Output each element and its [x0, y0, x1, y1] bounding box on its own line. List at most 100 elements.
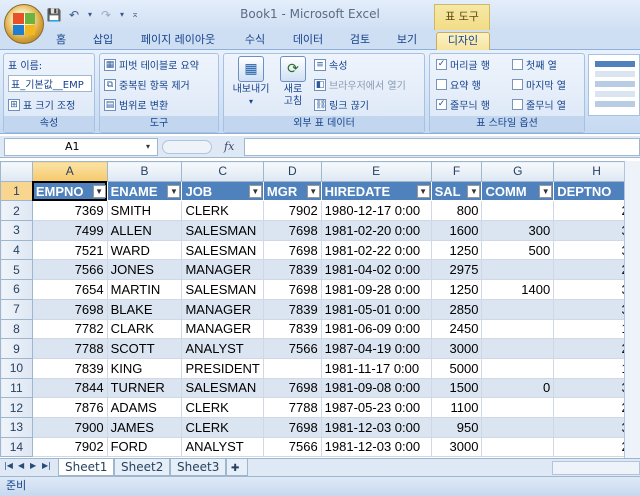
- row-header[interactable]: 7: [0, 298, 33, 320]
- properties-button[interactable]: ≡ 속성: [314, 56, 347, 73]
- data-cell[interactable]: 1980-12-17 0:00: [320, 200, 432, 222]
- tab-page-layout[interactable]: 페이지 레이아웃: [136, 32, 220, 50]
- header-cell[interactable]: MGR ▼: [262, 180, 322, 202]
- column-header[interactable]: F: [430, 161, 483, 182]
- data-cell[interactable]: 7839: [262, 298, 322, 320]
- tab-formulas[interactable]: 수식: [240, 32, 270, 50]
- data-cell[interactable]: 7698: [262, 279, 322, 300]
- data-cell[interactable]: 7876: [31, 397, 108, 418]
- data-cell[interactable]: MANAGER: [181, 259, 264, 281]
- data-cell[interactable]: 7521: [31, 239, 108, 261]
- total-row-checkbox[interactable]: 요약 행: [436, 76, 481, 93]
- data-cell[interactable]: 7698: [262, 416, 322, 438]
- data-cell[interactable]: [262, 357, 322, 379]
- data-cell[interactable]: 800: [430, 200, 483, 222]
- data-cell[interactable]: 3000: [430, 436, 483, 458]
- select-all-corner[interactable]: [0, 161, 33, 182]
- data-cell[interactable]: [481, 200, 555, 222]
- data-cell[interactable]: CLERK: [181, 416, 264, 438]
- row-header[interactable]: 1: [0, 180, 33, 202]
- data-cell[interactable]: MANAGER: [181, 318, 264, 340]
- customize-qat-icon[interactable]: ⌅: [130, 7, 140, 23]
- sheet-tab-sheet3[interactable]: Sheet3: [170, 459, 227, 476]
- row-header[interactable]: 2: [0, 200, 33, 222]
- prev-sheet-icon[interactable]: ◀: [18, 461, 24, 470]
- vertical-scrollbar[interactable]: [624, 161, 640, 458]
- data-cell[interactable]: ANALYST: [181, 436, 264, 458]
- tab-review[interactable]: 검토: [345, 32, 375, 50]
- save-icon[interactable]: 💾: [46, 7, 62, 23]
- data-cell[interactable]: [481, 436, 555, 458]
- data-cell[interactable]: 1981-06-09 0:00: [320, 318, 432, 340]
- data-cell[interactable]: 1600: [430, 220, 483, 241]
- insert-function-icon[interactable]: fx: [224, 138, 234, 156]
- name-box[interactable]: A1: [4, 138, 158, 156]
- column-header[interactable]: A: [31, 161, 108, 182]
- data-cell[interactable]: 5000: [430, 357, 483, 379]
- data-cell[interactable]: PRESIDENT: [181, 357, 264, 379]
- filter-dropdown-icon[interactable]: ▼: [248, 184, 262, 198]
- data-cell[interactable]: 7698: [31, 298, 108, 320]
- data-cell[interactable]: CLERK: [181, 200, 264, 222]
- filter-dropdown-icon[interactable]: ▼: [306, 184, 320, 198]
- row-header[interactable]: 9: [0, 338, 33, 359]
- data-cell[interactable]: 7566: [262, 436, 322, 458]
- data-cell[interactable]: SCOTT: [106, 338, 183, 359]
- row-header[interactable]: 12: [0, 397, 33, 418]
- data-cell[interactable]: 1500: [430, 377, 483, 399]
- first-sheet-icon[interactable]: |◀: [4, 461, 13, 470]
- data-cell[interactable]: 7698: [262, 220, 322, 241]
- column-header[interactable]: D: [262, 161, 322, 182]
- data-cell[interactable]: SALESMAN: [181, 279, 264, 300]
- data-cell[interactable]: [481, 338, 555, 359]
- data-cell[interactable]: SALESMAN: [181, 239, 264, 261]
- data-cell[interactable]: 1400: [481, 279, 555, 300]
- data-cell[interactable]: 2850: [430, 298, 483, 320]
- data-cell[interactable]: 1987-05-23 0:00: [320, 397, 432, 418]
- data-cell[interactable]: 1250: [430, 279, 483, 300]
- tab-data[interactable]: 데이터: [288, 32, 328, 50]
- filter-dropdown-icon[interactable]: ▼: [539, 184, 553, 198]
- row-header[interactable]: 10: [0, 357, 33, 379]
- data-cell[interactable]: 7902: [262, 200, 322, 222]
- data-cell[interactable]: [481, 318, 555, 340]
- data-cell[interactable]: 500: [481, 239, 555, 261]
- row-header[interactable]: 6: [0, 279, 33, 300]
- data-cell[interactable]: ANALYST: [181, 338, 264, 359]
- convert-to-range-button[interactable]: ▤ 범위로 변환: [104, 96, 168, 113]
- data-cell[interactable]: 7788: [262, 397, 322, 418]
- banded-rows-checkbox[interactable]: ✓ 줄무늬 행: [436, 96, 490, 113]
- column-header[interactable]: B: [106, 161, 183, 182]
- data-cell[interactable]: [481, 357, 555, 379]
- data-cell[interactable]: JAMES: [106, 416, 183, 438]
- redo-dropdown-icon[interactable]: ▾: [118, 7, 126, 23]
- row-header[interactable]: 5: [0, 259, 33, 281]
- data-cell[interactable]: TURNER: [106, 377, 183, 399]
- data-cell[interactable]: 1987-04-19 0:00: [320, 338, 432, 359]
- sheet-tab-sheet1[interactable]: Sheet1: [58, 459, 115, 476]
- horizontal-scrollbar[interactable]: [552, 461, 640, 475]
- data-cell[interactable]: 7698: [262, 377, 322, 399]
- header-cell[interactable]: HIREDATE ▼: [320, 180, 432, 202]
- row-header[interactable]: 11: [0, 377, 33, 399]
- column-header[interactable]: G: [481, 161, 555, 182]
- banded-columns-checkbox[interactable]: 줄무늬 열: [512, 96, 566, 113]
- data-cell[interactable]: 300: [481, 220, 555, 241]
- refresh-button[interactable]: ⟳ 새로 고침: [276, 56, 310, 108]
- resize-table-button[interactable]: ⊞ 표 크기 조정: [8, 96, 75, 113]
- undo-icon[interactable]: ↶: [66, 7, 82, 23]
- data-cell[interactable]: 7839: [262, 259, 322, 281]
- tab-view[interactable]: 보기: [392, 32, 422, 50]
- row-header[interactable]: 4: [0, 239, 33, 261]
- header-cell[interactable]: EMPNO ▼: [31, 180, 108, 202]
- row-header[interactable]: 3: [0, 220, 33, 241]
- office-button[interactable]: [4, 4, 44, 44]
- data-cell[interactable]: ALLEN: [106, 220, 183, 241]
- data-cell[interactable]: FORD: [106, 436, 183, 458]
- data-cell[interactable]: 1250: [430, 239, 483, 261]
- pivot-summary-button[interactable]: ▦ 피벗 테이블로 요약: [104, 56, 199, 73]
- filter-dropdown-icon[interactable]: ▼: [467, 184, 481, 198]
- export-button[interactable]: ▦ 내보내기 ▾: [228, 56, 274, 108]
- row-header[interactable]: 14: [0, 436, 33, 458]
- unlink-button[interactable]: ⛓ 링크 끊기: [314, 96, 369, 113]
